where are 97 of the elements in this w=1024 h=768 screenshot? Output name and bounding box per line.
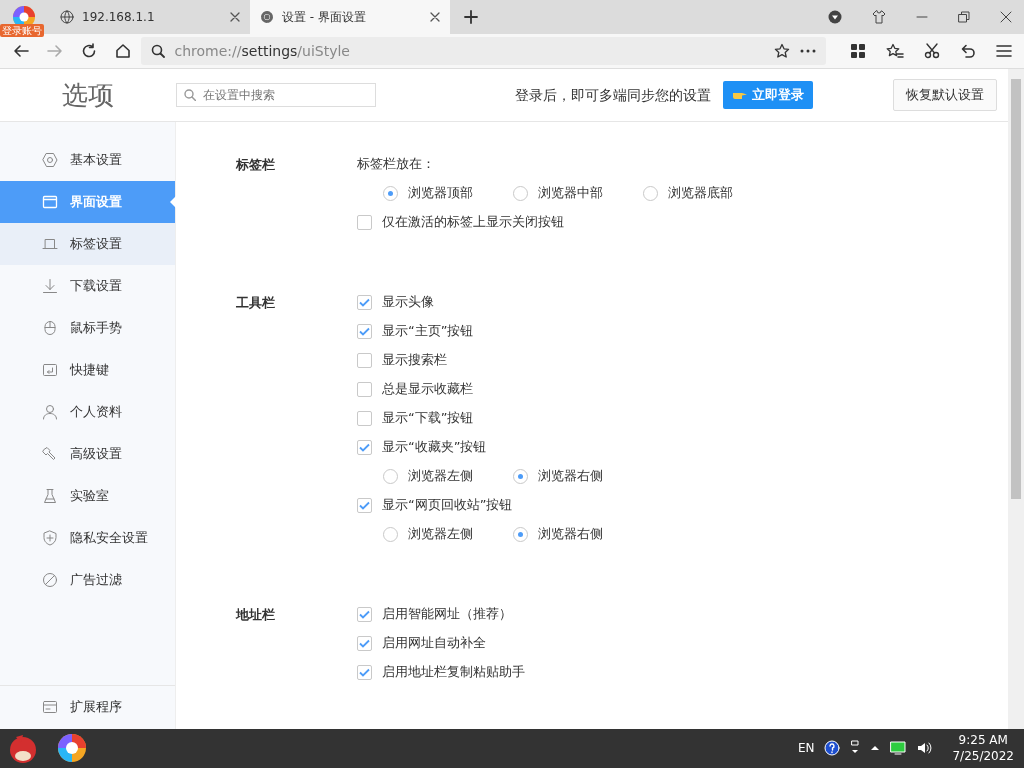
blocked-icon (42, 571, 58, 588)
url-text: chrome://settings/uiStyle (174, 41, 351, 61)
checkbox-label: 仅在激活的标签上显示关闭按钮 (382, 213, 564, 232)
star-icon[interactable] (773, 43, 790, 60)
reset-button[interactable]: 恢复默认设置 (893, 79, 997, 112)
window-icon (42, 193, 58, 210)
sidebar-item[interactable]: 个人资料 (0, 390, 175, 433)
browser-tab[interactable]: 设置 - 界面设置 (250, 0, 450, 34)
chevron-up-icon[interactable] (870, 744, 881, 753)
keyboard-icon (42, 361, 58, 378)
checkbox-label: 显示“下载”按钮 (382, 409, 474, 428)
checkbox[interactable] (357, 323, 372, 339)
radio-button[interactable] (513, 468, 528, 484)
radio-button[interactable] (383, 185, 398, 201)
browser-app-icon[interactable] (56, 732, 88, 765)
person-icon (42, 403, 58, 420)
checkbox[interactable] (357, 664, 372, 680)
sidebar-item[interactable]: 扩展程序 (0, 684, 175, 729)
undo-icon[interactable] (959, 43, 976, 60)
setting-label: 标签栏放在： (357, 155, 435, 174)
account-badge: 登录账号 (0, 24, 44, 37)
checkbox[interactable] (357, 294, 372, 310)
radio-label: 浏览器右侧 (538, 525, 603, 544)
sidebar-item[interactable]: 隐私安全设置 (0, 516, 175, 559)
section-title: 地址栏 (236, 605, 276, 624)
checkbox[interactable] (357, 214, 372, 230)
radio-button[interactable] (383, 526, 398, 542)
home-icon[interactable] (114, 43, 131, 60)
checkbox-label: 总是显示收藏栏 (382, 380, 473, 399)
clock[interactable]: 9:25 AM 7/25/2022 (942, 732, 1024, 765)
language-indicator[interactable]: EN (797, 739, 815, 758)
radio-button[interactable] (643, 185, 658, 201)
section-title: 标签栏 (236, 155, 276, 174)
shirt-icon[interactable] (872, 10, 886, 24)
sidebar-item[interactable]: 基本设置 (0, 138, 175, 181)
star-list-icon[interactable] (885, 43, 904, 60)
monitor-icon[interactable] (890, 740, 907, 757)
radio-label: 浏览器右侧 (538, 467, 603, 486)
checkbox-label: 显示“收藏夹”按钮 (382, 438, 487, 457)
scrollbar[interactable] (1008, 69, 1024, 729)
radio-label: 浏览器中部 (538, 184, 603, 203)
browser-tab[interactable]: 192.168.1.1 (50, 0, 250, 34)
flask-icon (42, 487, 58, 504)
sidebar-item[interactable]: 广告过滤 (0, 558, 175, 601)
help-icon[interactable] (824, 740, 841, 757)
radio-label: 浏览器左侧 (408, 467, 473, 486)
checkbox-label: 显示头像 (382, 293, 434, 312)
sidebar-item[interactable]: 高级设置 (0, 432, 175, 475)
checkbox[interactable] (357, 381, 372, 397)
radio-label: 浏览器顶部 (408, 184, 473, 203)
checkbox-label: 显示搜索栏 (382, 351, 447, 370)
close-icon[interactable] (230, 12, 240, 22)
dropdown-icon[interactable] (828, 10, 842, 24)
radio-button[interactable] (513, 526, 528, 542)
back-icon[interactable] (12, 43, 29, 60)
mouse-icon (42, 319, 58, 336)
section-title: 工具栏 (236, 293, 276, 312)
shield-icon (42, 529, 58, 546)
search-field[interactable]: 在设置中搜索 (176, 83, 376, 108)
card-icon (42, 699, 58, 716)
checkbox[interactable] (357, 410, 372, 426)
plus-icon[interactable] (464, 10, 478, 24)
globe-icon (60, 10, 74, 24)
checkbox[interactable] (357, 439, 372, 455)
radio-label: 浏览器底部 (668, 184, 733, 203)
checkbox[interactable] (357, 352, 372, 368)
sidebar-item[interactable]: 实验室 (0, 474, 175, 517)
page-title: 选项 (61, 78, 115, 112)
radio-label: 浏览器左侧 (408, 525, 473, 544)
scissors-icon[interactable] (923, 43, 940, 60)
checkbox-label: 显示“主页”按钮 (382, 322, 474, 341)
radio-button[interactable] (513, 185, 528, 201)
checkbox[interactable] (357, 635, 372, 651)
checkbox-label: 启用智能网址（推荐） (382, 605, 512, 624)
checkbox-label: 启用网址自动补全 (382, 634, 486, 653)
search-icon (184, 89, 196, 102)
address-bar[interactable]: chrome://settings/uiStyle (140, 37, 826, 66)
sidebar-item[interactable]: 下载设置 (0, 264, 175, 307)
sync-message: 登录后，即可多端同步您的设置 (515, 85, 711, 105)
restore-icon[interactable] (958, 11, 970, 23)
download-icon (42, 277, 58, 294)
search-icon (150, 44, 165, 59)
checkbox-label: 启用地址栏复制粘贴助手 (382, 663, 525, 682)
reload-icon[interactable] (80, 43, 97, 60)
more-icon[interactable] (799, 49, 816, 54)
wrench-icon (42, 445, 58, 462)
checkbox[interactable] (357, 606, 372, 622)
grid-icon[interactable] (849, 43, 866, 60)
sidebar-item[interactable]: 标签设置 (0, 222, 175, 265)
sidebar-item[interactable]: 鼠标手势 (0, 306, 175, 349)
menu-icon[interactable] (995, 44, 1012, 59)
close-icon[interactable] (1000, 11, 1012, 23)
radio-button[interactable] (383, 468, 398, 484)
checkbox[interactable] (357, 497, 372, 513)
close-icon[interactable] (430, 12, 440, 22)
checkbox-label: 显示“网页回收站”按钮 (382, 496, 513, 515)
sidebar-item[interactable]: 快捷键 (0, 348, 175, 391)
